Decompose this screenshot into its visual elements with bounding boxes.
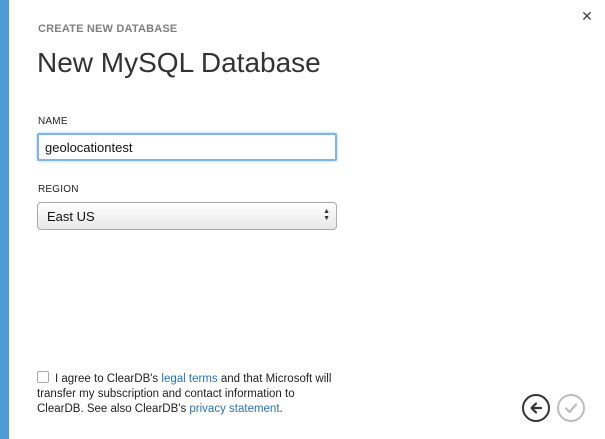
region-selected-value: East US xyxy=(47,208,95,224)
ok-button[interactable] xyxy=(557,394,585,422)
agreement-text-part3: . xyxy=(279,403,283,415)
legal-terms-link[interactable]: legal terms xyxy=(161,373,217,385)
name-input[interactable] xyxy=(37,133,337,161)
agree-checkbox[interactable] xyxy=(37,371,49,383)
dialog-title: New MySQL Database xyxy=(37,47,321,78)
privacy-statement-link[interactable]: privacy statement xyxy=(189,403,279,415)
close-icon: ✕ xyxy=(581,9,593,25)
back-arrow-icon xyxy=(530,402,543,414)
name-label: NAME xyxy=(38,116,68,127)
select-arrows-icon: ▲ ▼ xyxy=(323,208,330,222)
agreement-text: I agree to ClearDB's legal terms and tha… xyxy=(37,371,337,417)
agreement-text-part1: I agree to ClearDB's xyxy=(55,373,162,385)
left-accent-bar xyxy=(0,0,9,439)
checkmark-icon xyxy=(564,403,578,414)
dialog-subtitle: CREATE NEW DATABASE xyxy=(38,23,178,35)
back-button[interactable] xyxy=(522,394,550,422)
region-label: REGION xyxy=(38,184,79,195)
close-button[interactable]: ✕ xyxy=(579,9,595,25)
region-select[interactable]: East US ▲ ▼ xyxy=(37,202,337,230)
